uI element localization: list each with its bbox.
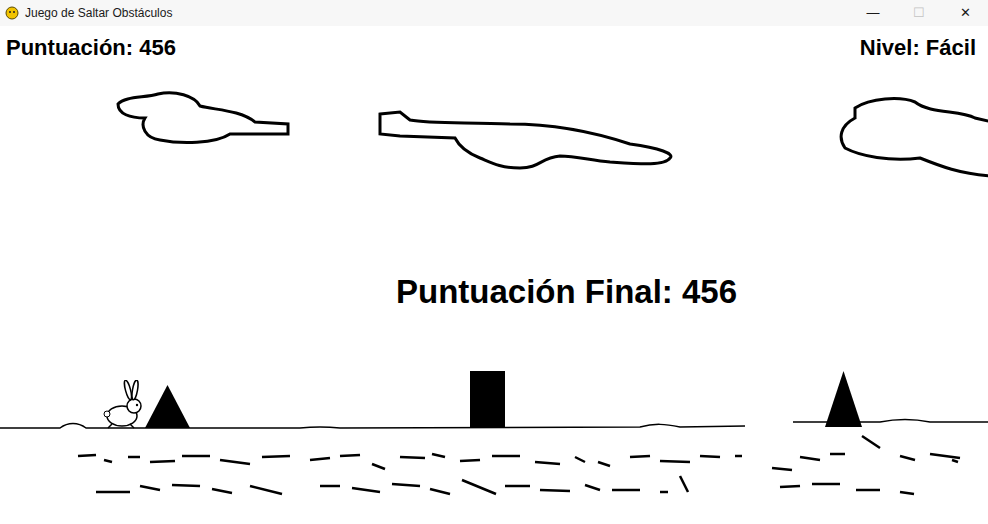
score-label: Puntuación: 456: [6, 34, 176, 62]
cloud: [380, 112, 671, 168]
app-snake-icon: [4, 5, 20, 21]
window-control-button[interactable]: ✕: [942, 0, 988, 26]
hud: Puntuación: 456 Nivel: Fácil: [0, 26, 988, 62]
title-bar: Juego de Saltar Obstáculos—☐✕: [0, 0, 988, 26]
triangle-obstacle: [825, 371, 862, 427]
final-score-label: Puntuación Final: 456: [396, 272, 737, 312]
level-label: Nivel: Fácil: [860, 34, 982, 62]
ground-line: [0, 424, 745, 429]
rectangle-obstacle: [470, 371, 505, 427]
ground-texture: [78, 436, 960, 494]
cloud: [118, 93, 288, 143]
window-control-button: ☐: [896, 0, 942, 26]
window-control-button[interactable]: —: [850, 0, 896, 26]
ground-line: [793, 419, 988, 422]
triangle-obstacle: [145, 385, 190, 428]
window-controls: —☐✕: [850, 0, 988, 26]
game-window: Juego de Saltar Obstáculos—☐✕Puntuación:…: [0, 0, 988, 524]
window-title: Juego de Saltar Obstáculos: [25, 4, 850, 22]
cloud: [841, 99, 988, 176]
clouds: [118, 93, 988, 176]
game-canvas[interactable]: Puntuación: 456 Nivel: Fácil Puntuación Fi…: [0, 26, 988, 524]
rabbit-player-icon: [100, 380, 146, 430]
